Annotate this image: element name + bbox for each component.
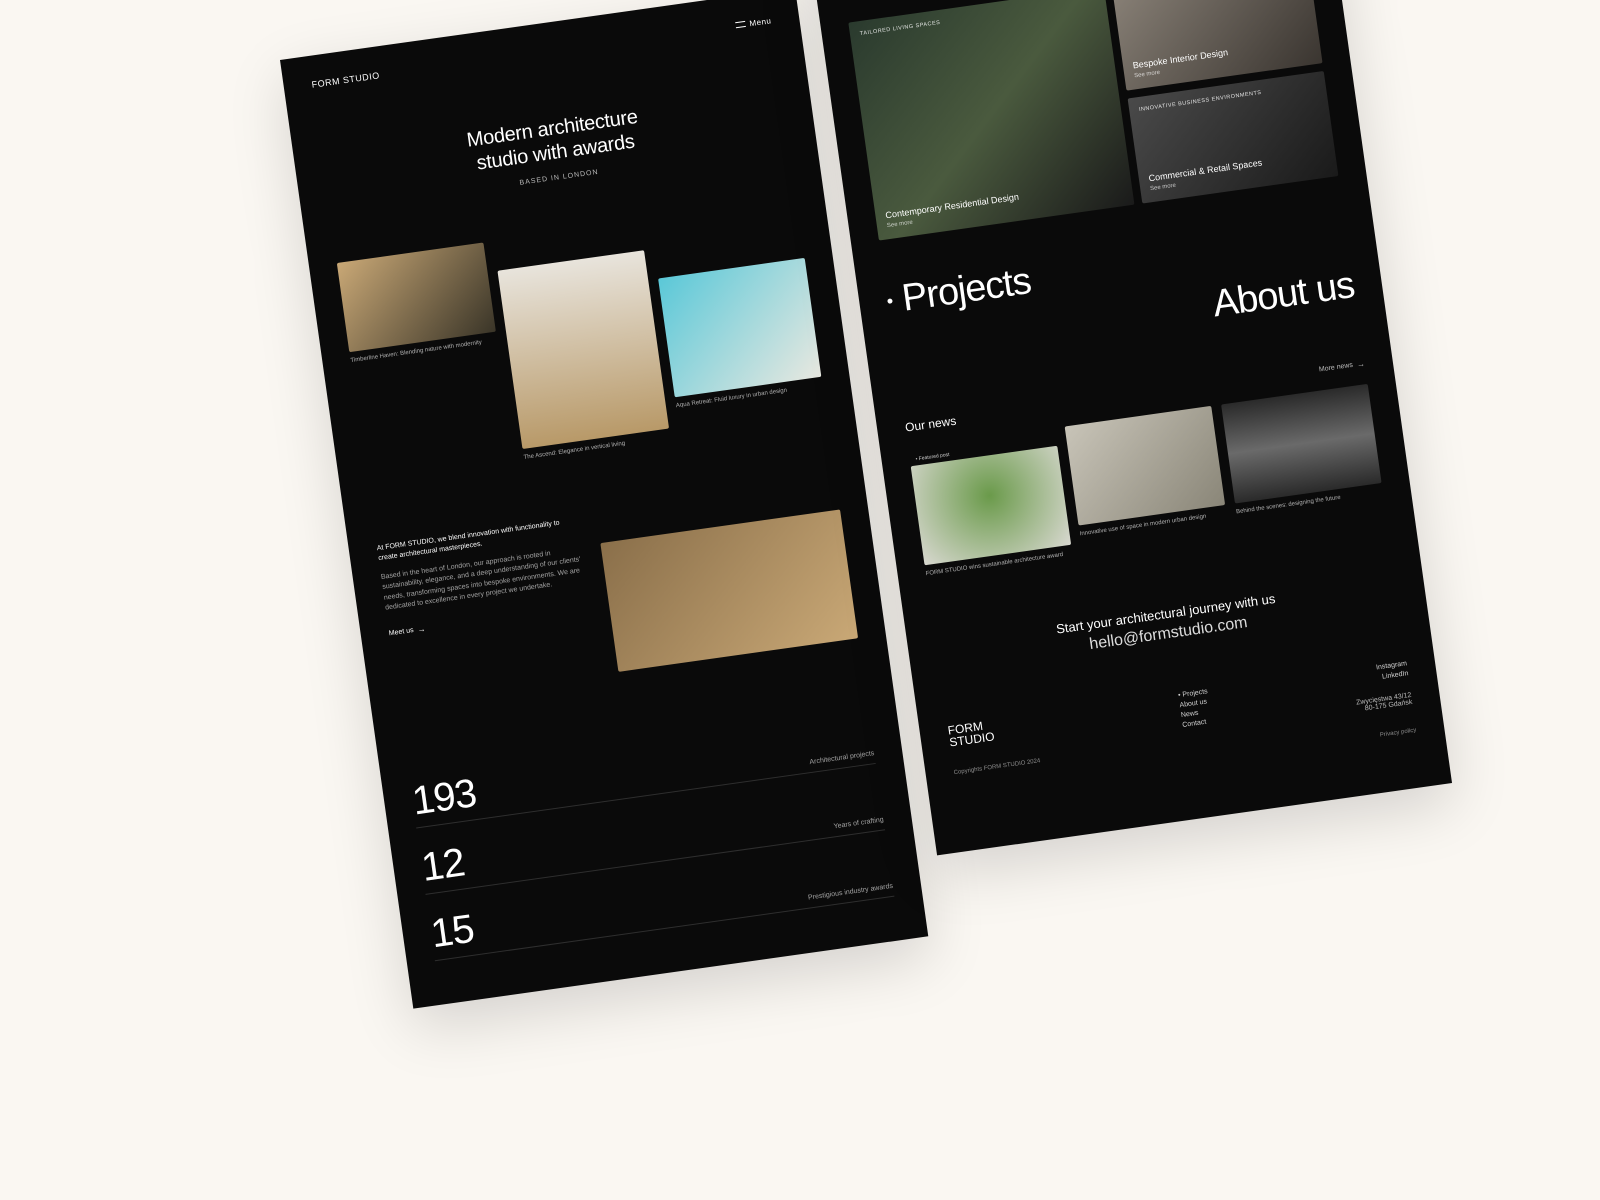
footer: FORMSTUDIO Copyrights FORM STUDIO 2024 P…	[947, 660, 1421, 828]
news-image	[1065, 406, 1225, 526]
footer-nav-news[interactable]: News	[1180, 708, 1210, 719]
service-tag: TAILORED LIVING SPACES	[860, 0, 1096, 37]
footer-nav-contact[interactable]: Contact	[1182, 718, 1212, 729]
about-image	[600, 509, 858, 671]
arrow-right-icon: →	[417, 623, 427, 636]
menu-label: Menu	[749, 16, 772, 28]
about-section: At FORM STUDIO, we blend innovation with…	[376, 480, 858, 703]
stat-number: 193	[410, 773, 479, 821]
menu-button[interactable]: Menu	[735, 16, 772, 30]
hero-gallery: Timberline Haven: Blending nature with m…	[337, 198, 828, 484]
social-linkedin[interactable]: LinkedIn	[1377, 670, 1409, 681]
news-card[interactable]: Innovative use of space in modern urban …	[1065, 406, 1230, 557]
stat-number: 12	[419, 842, 467, 888]
footer-social: Instagram LinkedIn	[1376, 660, 1410, 684]
gallery-image-3[interactable]	[658, 258, 821, 397]
more-news-link[interactable]: More news→	[1318, 359, 1365, 374]
bullet-icon	[887, 298, 893, 304]
copyright-text: Copyrights FORM STUDIO 2024	[953, 758, 1040, 776]
section-nav: Projects About us	[885, 216, 1357, 372]
arrow-right-icon: →	[1356, 359, 1365, 369]
news-card[interactable]: • Featured post FORM STUDIO wins sustain…	[908, 428, 1073, 579]
hamburger-icon	[735, 21, 746, 28]
hero-section: Modern architecture studio with awards B…	[321, 85, 790, 214]
homepage-panel-top: FORM STUDIO Menu Modern architecture stu…	[280, 0, 928, 1008]
news-image	[1221, 384, 1381, 504]
news-title: Our news	[904, 414, 957, 435]
brand-logo[interactable]: FORM STUDIO	[311, 70, 380, 89]
service-card-residential[interactable]: TAILORED LIVING SPACES Contemporary Resi…	[848, 0, 1134, 241]
gallery-image-1[interactable]	[337, 242, 496, 352]
gallery-image-2[interactable]	[497, 250, 669, 449]
stat-label: Prestigious industry awards	[808, 883, 894, 902]
footer-nav: Projects About us News Contact	[1178, 688, 1218, 765]
service-tag: INNOVATIVE BUSINESS ENVIRONMENTS	[1139, 82, 1316, 113]
news-card[interactable]: Behind the scenes: designing the future	[1221, 384, 1386, 535]
cta-section: Start your architectural journey with us…	[935, 574, 1400, 675]
stat-label: Years of crafting	[833, 816, 884, 830]
stat-number: 15	[428, 909, 476, 955]
meet-us-link[interactable]: Meet us→	[388, 623, 426, 640]
stats-section: 193 Architectural projects 12 Years of c…	[410, 717, 895, 961]
services-grid: TAILORED LIVING SPACES Contemporary Resi…	[848, 0, 1338, 241]
stat-label: Architectural projects	[809, 750, 875, 766]
footer-nav-projects[interactable]: Projects	[1178, 688, 1208, 699]
privacy-link[interactable]: Privacy policy	[1380, 727, 1417, 738]
footer-nav-about[interactable]: About us	[1179, 698, 1209, 709]
footer-logo[interactable]: FORMSTUDIO	[947, 712, 1037, 748]
service-card-commercial[interactable]: INNOVATIVE BUSINESS ENVIRONMENTS Commerc…	[1127, 71, 1338, 204]
